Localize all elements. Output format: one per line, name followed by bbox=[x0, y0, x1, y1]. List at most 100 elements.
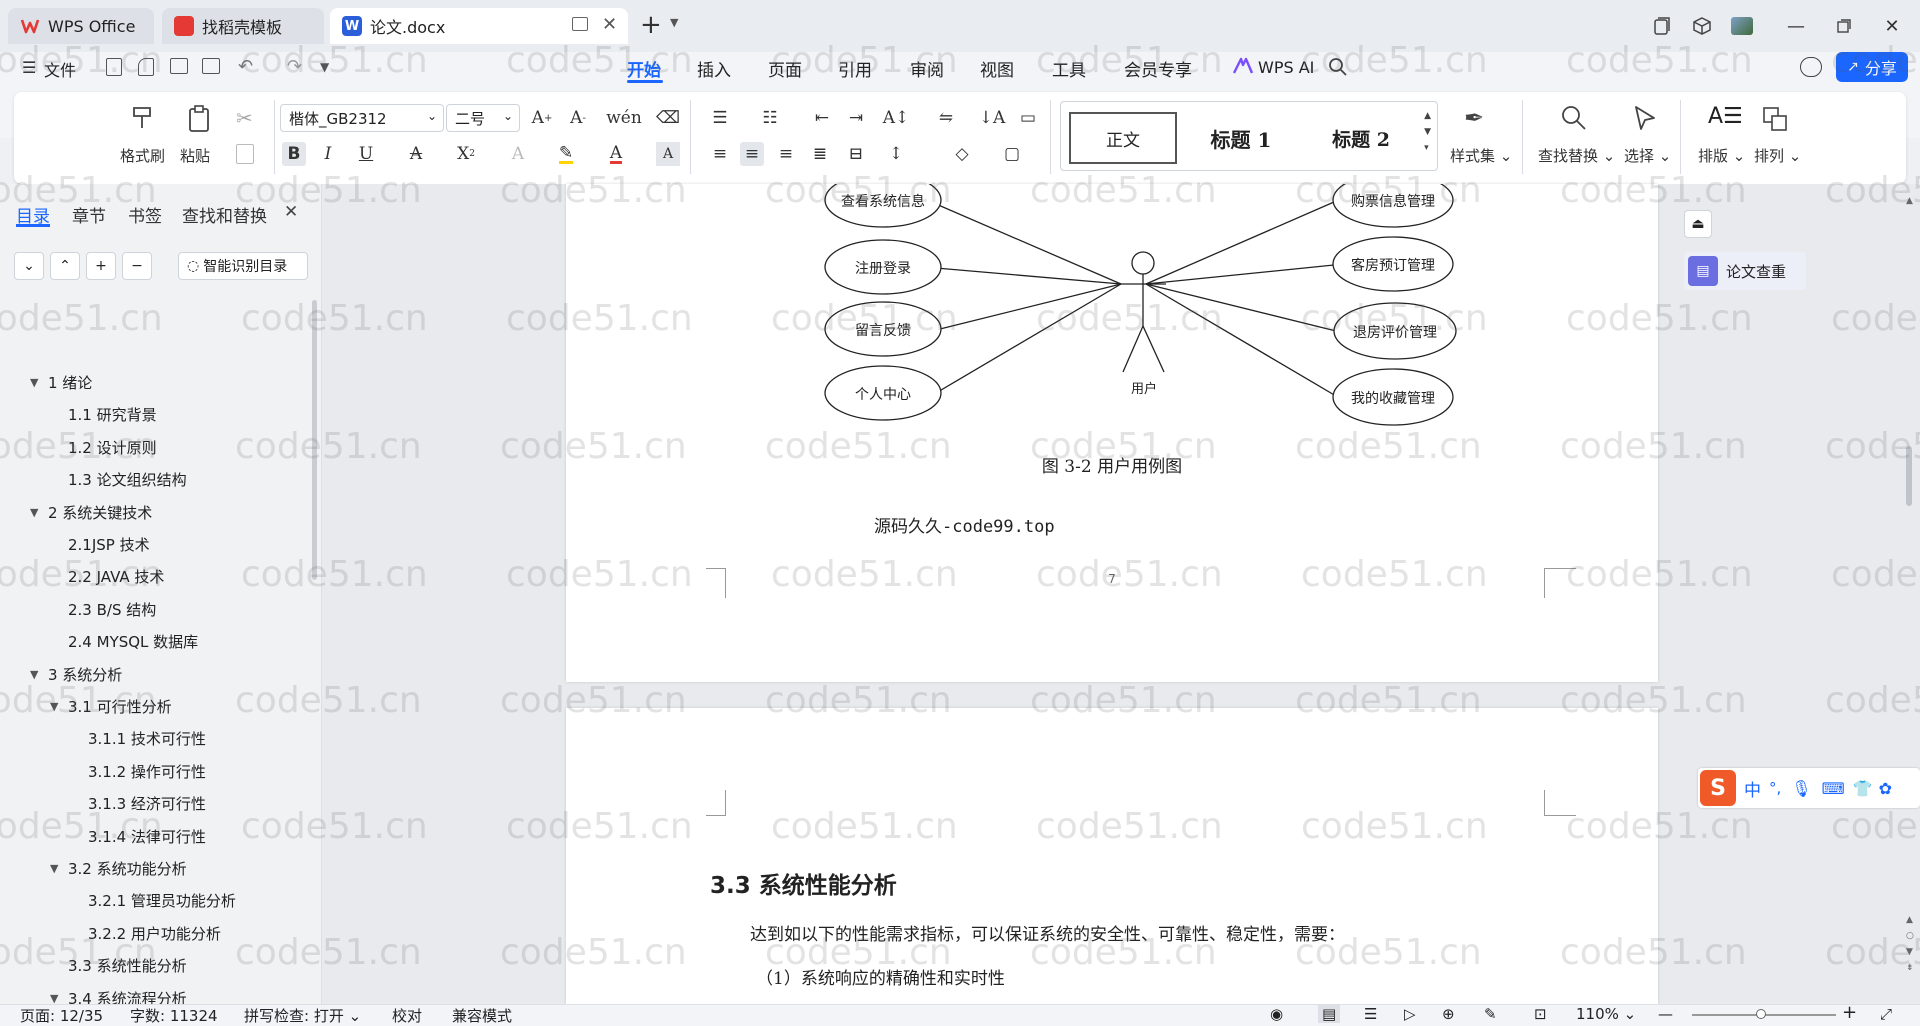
plagiarism-check-button[interactable]: ▤ 论文查重 bbox=[1684, 252, 1806, 290]
zoom-slider-thumb[interactable] bbox=[1756, 1009, 1766, 1019]
tab-docer[interactable]: 找稻壳模板 bbox=[162, 8, 324, 44]
layout-icon[interactable]: A☰ bbox=[1708, 104, 1743, 129]
menu-page[interactable]: 页面 bbox=[768, 56, 802, 81]
fullscreen-icon[interactable]: ⤢ bbox=[1880, 1005, 1892, 1023]
undo-icon[interactable]: ↶ bbox=[238, 56, 253, 77]
spell-check[interactable]: 拼写检查: 打开 ⌄ bbox=[244, 1005, 361, 1026]
toc-item[interactable]: 3.3 系统性能分析 bbox=[68, 955, 187, 976]
tab-document[interactable]: W 论文.docx ✕ bbox=[330, 8, 628, 44]
text-direction-icon[interactable]: A↕ bbox=[883, 106, 910, 130]
zoom-out-icon[interactable]: — bbox=[1658, 1005, 1673, 1023]
bold-button[interactable]: B bbox=[282, 142, 306, 166]
scroll-thumb[interactable] bbox=[1906, 446, 1912, 506]
select-button[interactable]: 选择 ⌄ bbox=[1624, 145, 1671, 166]
toolbox-icon[interactable]: ✿ bbox=[1879, 779, 1892, 798]
window-mode-icon[interactable] bbox=[572, 17, 588, 31]
numbered-list-icon[interactable]: ☷ bbox=[758, 106, 782, 130]
align-right-icon[interactable]: ≡ bbox=[774, 142, 798, 166]
line-direction-icon[interactable]: ⇋ bbox=[934, 106, 958, 130]
toc-item[interactable]: 2.3 B/S 结构 bbox=[68, 599, 156, 620]
toc-item[interactable]: 2 系统关键技术 bbox=[48, 502, 152, 523]
remove-heading-icon[interactable]: − bbox=[122, 252, 152, 280]
char-shading-icon[interactable]: A bbox=[656, 142, 680, 166]
toc-item[interactable]: 2.2 JAVA 技术 bbox=[68, 566, 164, 587]
search-icon[interactable] bbox=[1328, 57, 1348, 77]
toc-item[interactable]: 1.2 设计原则 bbox=[68, 437, 157, 458]
restore-layout-icon[interactable] bbox=[1650, 14, 1674, 38]
italic-button[interactable]: I bbox=[316, 142, 340, 166]
font-color-icon[interactable]: A bbox=[604, 142, 628, 166]
avatar[interactable] bbox=[1730, 14, 1754, 38]
justify-icon[interactable]: ≣ bbox=[808, 142, 832, 166]
toc-item[interactable]: 1 绪论 bbox=[48, 372, 92, 393]
toc-expand-icon[interactable]: ▼ bbox=[50, 862, 58, 875]
shrink-font-icon[interactable]: A- bbox=[566, 106, 590, 130]
toc-item[interactable]: 3.2.1 管理员功能分析 bbox=[88, 890, 236, 911]
clear-format-icon[interactable]: ⌫ bbox=[656, 106, 680, 130]
menu-tools[interactable]: 工具 bbox=[1052, 56, 1086, 81]
redo-icon[interactable]: ↷ bbox=[287, 56, 302, 77]
add-heading-icon[interactable]: + bbox=[86, 252, 116, 280]
print-icon[interactable] bbox=[170, 58, 188, 74]
skin-icon[interactable]: 👕 bbox=[1853, 779, 1873, 798]
strikethrough-button[interactable]: A bbox=[404, 142, 428, 166]
format-painter-icon[interactable] bbox=[128, 104, 156, 132]
outline-view-icon[interactable]: ☰ bbox=[1364, 1005, 1377, 1023]
save-icon[interactable] bbox=[106, 58, 122, 76]
play-icon[interactable]: ▷ bbox=[1404, 1005, 1416, 1023]
bullet-list-icon[interactable]: ☰ bbox=[708, 106, 732, 130]
select-cursor-icon[interactable] bbox=[1632, 104, 1658, 132]
style-set-button[interactable]: 样式集 ⌄ bbox=[1450, 145, 1512, 166]
new-tab-icon[interactable]: + bbox=[640, 10, 662, 40]
shading-icon[interactable]: ◇ bbox=[950, 142, 974, 166]
microphone-icon[interactable]: 🎙 bbox=[1791, 779, 1811, 798]
close-tab-icon[interactable]: ✕ bbox=[602, 14, 617, 35]
toc-expand-icon[interactable]: ▼ bbox=[50, 992, 58, 1005]
toc-item[interactable]: 1.1 研究背景 bbox=[68, 404, 157, 425]
copy-icon[interactable] bbox=[236, 144, 254, 164]
tab-find-replace[interactable]: 查找和替换 bbox=[182, 202, 267, 227]
underline-button[interactable]: U bbox=[354, 142, 378, 166]
superscript-button[interactable]: X2 bbox=[454, 142, 478, 166]
keyboard-icon[interactable]: ⌨ bbox=[1822, 779, 1845, 798]
ime-mode[interactable]: 中 bbox=[1744, 776, 1761, 801]
menu-insert[interactable]: 插入 bbox=[697, 56, 731, 81]
distribute-icon[interactable]: ⊟ bbox=[844, 142, 868, 166]
word-count[interactable]: 字数: 11324 bbox=[130, 1005, 218, 1026]
export-pdf-icon[interactable] bbox=[138, 58, 154, 76]
toc-item[interactable]: 3.1.1 技术可行性 bbox=[88, 728, 206, 749]
toc-item[interactable]: 2.1JSP 技术 bbox=[68, 534, 150, 555]
tab-bookmarks[interactable]: 书签 bbox=[128, 202, 162, 227]
page-nav-icons[interactable]: ▲ ○ ▼ ⇟ bbox=[1906, 912, 1914, 976]
style-heading-1[interactable]: 标题 1 bbox=[1185, 112, 1297, 164]
page-indicator[interactable]: 页面: 12/35 bbox=[20, 1005, 103, 1026]
smart-toc-button[interactable]: ◌ 智能识别目录 bbox=[178, 252, 308, 280]
style-heading-2[interactable]: 标题 2 bbox=[1305, 112, 1417, 164]
layout-button[interactable]: 排版 ⌄ bbox=[1698, 145, 1745, 166]
wps-ai-icon[interactable] bbox=[1232, 57, 1254, 75]
toc-item[interactable]: 3 系统分析 bbox=[48, 664, 122, 685]
share-button[interactable]: ↗ 分享 bbox=[1836, 52, 1908, 82]
font-size-select[interactable]: 二号 ⌄ bbox=[446, 104, 520, 132]
style-set-icon[interactable]: ✒ bbox=[1464, 104, 1484, 132]
toc-item[interactable]: 1.3 论文组织结构 bbox=[68, 469, 187, 490]
close-window-icon[interactable]: ✕ bbox=[1880, 14, 1904, 38]
align-left-icon[interactable]: ≡ bbox=[708, 142, 732, 166]
toc-item[interactable]: 3.2 系统功能分析 bbox=[68, 858, 187, 879]
increase-indent-icon[interactable]: ⇥ bbox=[844, 106, 868, 130]
close-pane-icon[interactable]: ✕ bbox=[284, 202, 298, 222]
minimize-icon[interactable]: — bbox=[1784, 14, 1808, 38]
tab-list-chevron-icon[interactable]: ▼ bbox=[670, 16, 678, 29]
toc-item[interactable]: 3.1.2 操作可行性 bbox=[88, 761, 206, 782]
page-view-icon[interactable]: ▤ bbox=[1318, 1005, 1341, 1023]
arrange-icon[interactable] bbox=[1762, 106, 1788, 132]
toc-expand-icon[interactable]: ▼ bbox=[30, 506, 38, 519]
style-scroll-icon[interactable]: ▲ ▼ ▾ bbox=[1424, 108, 1431, 156]
style-normal[interactable]: 正文 bbox=[1069, 112, 1177, 164]
toc-item[interactable]: 3.1.3 经济可行性 bbox=[88, 793, 206, 814]
format-painter-label[interactable]: 格式刷 bbox=[120, 145, 165, 166]
fit-page-icon[interactable]: ⊡ bbox=[1534, 1005, 1547, 1023]
toc-item[interactable]: 3.2.2 用户功能分析 bbox=[88, 923, 221, 944]
proofread-button[interactable]: 校对 bbox=[392, 1005, 422, 1026]
maximize-icon[interactable] bbox=[1832, 14, 1856, 38]
